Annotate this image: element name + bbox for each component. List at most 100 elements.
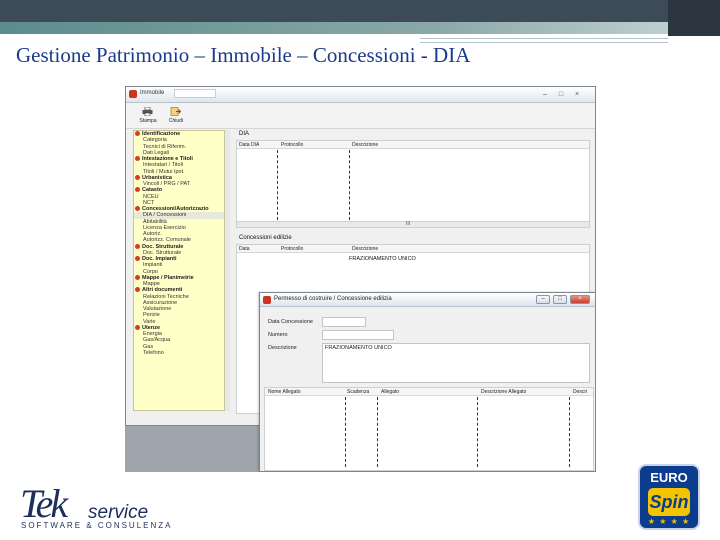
tree-item-label: Autoriz. [143,231,162,237]
eurospin-logo-stars: ★ ★ ★ ★ [647,517,691,526]
tree-item-label: Tecnici di Riferim. [143,143,187,150]
tree-item-label: NCT [143,199,155,206]
tree-item-label: Mappe [143,281,160,287]
window-title: Immobile [140,90,165,96]
eurospin-logo-spin: Spin [648,488,690,516]
tree-scrollbar[interactable] [225,130,230,411]
section-status-icon [135,174,140,180]
tree-item-label: Urbanistica [142,174,172,181]
tree-item-label: Licenza Esercizio [143,224,186,231]
col-descrizione-allegato[interactable]: Descrizione Allegato [481,389,526,395]
tree-item-label: Altri documenti [142,287,183,294]
tree-item-label: Doc. Impianti [142,256,177,262]
tek-logo-letters: Tek [20,481,68,526]
tree-item-label: Intestazione e Titoli [142,156,193,162]
header-accent-bar [0,22,720,34]
tree-item-label: Catasto [142,187,163,194]
header-corner-block [668,0,720,36]
print-label: Stampa [139,118,157,124]
tree-item-label: Varie [143,318,156,325]
navigation-tree[interactable]: Identificazione Categoria Tecnici di Rifer… [133,130,225,411]
tree-item-label: Vincoli / PRG / PAT [143,181,191,187]
dia-table[interactable]: Data DIA Protocollo Descrizione III [236,140,590,228]
tree-item-label: Assicurazione [143,299,178,306]
close-button[interactable]: × [572,91,582,98]
dialog-close-button[interactable]: × [570,295,590,304]
tree-item-label: Mappe / Planimetrie [142,274,194,281]
tree-item-label: Categoria [143,137,167,144]
maximize-button[interactable]: □ [556,91,566,98]
numero-label: Numero [268,332,288,338]
tree-item-label: NCEU [143,193,159,200]
col-descrizione[interactable]: Descrizione [352,142,378,148]
toolbar: Stampa Chiudi [126,103,595,129]
tree-item-label: Telefono [143,349,164,356]
tree-item-label: Doc. Strutturale [142,243,184,250]
close-window-button[interactable]: Chiudi [164,105,188,127]
application-screenshot: Immobile – □ × Stampa Chiudi Identificaz… [125,86,596,472]
section-status-icon [135,324,140,330]
dialog-titlebar: Permesso di costruire / Concessione edil… [260,293,595,307]
concessioni-table-header: Data Protocollo Descrizione [237,245,589,253]
tree-item-label: Impianti [143,262,163,269]
minimize-button[interactable]: – [540,91,550,98]
concessioni-caption: Concessioni edilizie [239,235,292,241]
exit-icon [170,107,181,116]
app-icon [129,90,137,98]
dia-caption: DIA [239,131,250,137]
tree-item-label: Corpo [143,268,158,275]
tree-item-label: Perizie [143,312,160,319]
descrizione-field[interactable]: FRAZIONAMENTO UNICO [322,343,590,383]
col-descrizione[interactable]: Descrizione [352,246,378,252]
table-row-descrizione[interactable]: FRAZIONAMENTO UNICO [349,256,416,262]
tree-item[interactable]: Telefono [134,350,224,356]
window-title-field [174,89,216,98]
dialog-app-icon [263,296,271,304]
tree-item-label: Gas [143,343,154,350]
scroll-grip: III [405,221,411,227]
section-status-icon [135,274,140,280]
col-allegato[interactable]: Allegato [381,389,399,395]
descrizione-label: Descrizione [268,345,297,351]
col-data[interactable]: Data [239,246,250,252]
header-bar [0,0,720,22]
tree-item-label: Intestatari / Titoli [143,162,184,169]
section-status-icon [135,287,140,293]
col-nome-allegato[interactable]: Nome Allegato [268,389,301,395]
col-data-dia[interactable]: Data DIA [239,142,259,148]
col-descri[interactable]: Descri [573,389,587,395]
col-protocollo[interactable]: Protocollo [281,246,303,252]
dia-table-header: Data DIA Protocollo Descrizione [237,141,589,149]
column-divider [477,397,478,467]
tek-service-logo: Tek service SOFTWARE & CONSULENZA [18,480,171,532]
printer-icon [142,107,153,116]
dialog-maximize-button[interactable]: □ [553,295,567,304]
close-label: Chiudi [168,118,184,124]
eurospin-logo: EURO Spin ★ ★ ★ ★ [638,464,700,530]
tree-item-label: Utenze [142,324,161,331]
data-concessione-label: Data Concessione [268,319,313,325]
section-status-icon [135,256,140,261]
print-button[interactable]: Stampa [136,105,160,127]
col-scadenza[interactable]: Scadenza [347,389,369,395]
tree-item-label: Titoli / Mutui Ipot. [143,168,185,175]
dialog-minimize-button[interactable]: – [536,295,550,304]
tree-item-label: Concessioni/Autorizzazio [142,206,209,212]
section-status-icon [135,187,140,193]
section-status-icon [135,206,140,211]
tree-item-label: DIA / Concessioni [143,212,187,219]
section-status-icon [135,156,140,161]
column-divider [377,397,378,467]
allegati-table[interactable]: Nome Allegato Scadenza Allegato Descrizi… [264,387,594,471]
dia-hscrollbar[interactable]: III [237,221,589,227]
dialog-title: Permesso di costruire / Concessione edil… [274,296,392,302]
col-protocollo[interactable]: Protocollo [281,142,303,148]
tree-item-label: Energia [143,331,162,337]
tree-item-label: Gas/Acqua [143,337,171,344]
data-concessione-field[interactable] [322,317,366,327]
tree-item-label: Autorizz. Comunale [143,237,191,244]
tree-item-label: Dati Legali [143,149,169,156]
section-status-icon [135,243,140,249]
tree-item-label: Abitabilità [143,218,167,225]
numero-field[interactable] [322,330,394,340]
